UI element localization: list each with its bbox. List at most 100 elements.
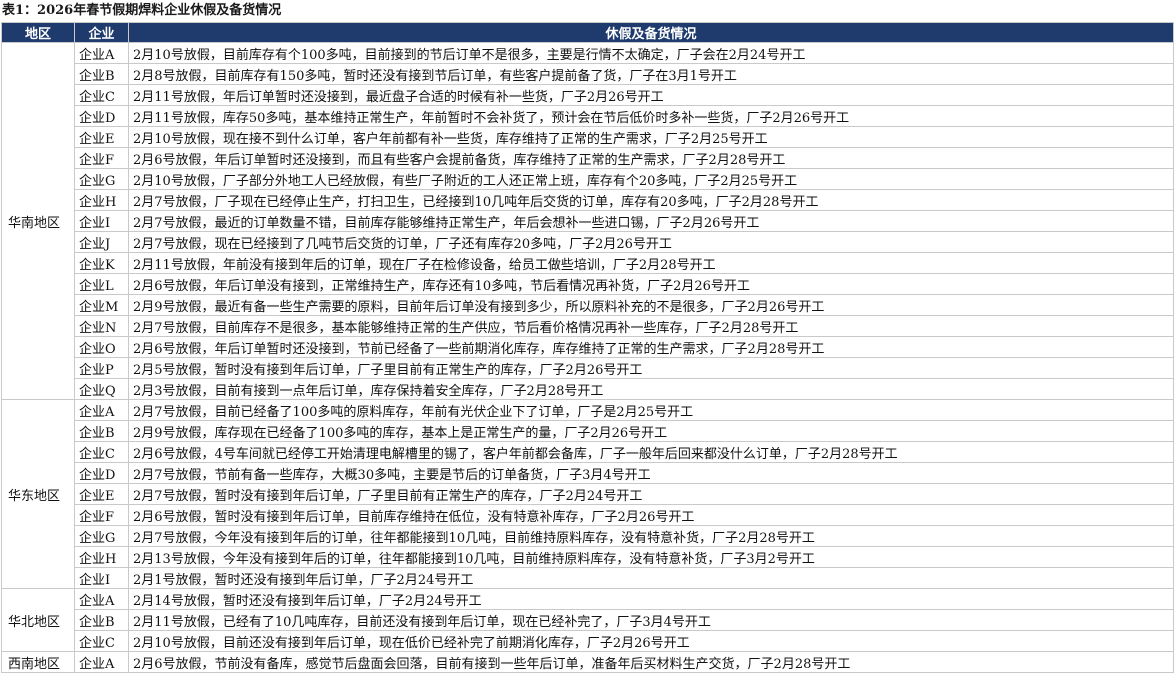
notes-cell: 2月7号放假，今年没有接到年后的订单，往年都能接到10几吨，目前维持原料库存，没… bbox=[128, 525, 1174, 547]
table-row: 企业C 2月6号放假，4号车间就已经停工开始清理电解槽里的锡了，客户年前都会备库，… bbox=[2, 441, 1174, 463]
holiday-inventory-table: 地区 企业 休假及备货情况 华南地区 企业A 2月10号放假，目前库存有个100多吨… bbox=[1, 22, 1174, 673]
table-row: 企业I 2月7号放假，最近的订单数量不错，目前库存能够维持正常生产，年后会想补一些… bbox=[2, 210, 1174, 232]
company-cell: 企业F bbox=[74, 147, 129, 169]
notes-cell: 2月6号放假，年后订单没有接到，正常维持生产，库存还有10多吨，节后看情况再补货… bbox=[128, 273, 1174, 295]
notes-cell: 2月11号放假，年前没有接到年后的订单，现在厂子在检修设备，给员工做些培训，厂子… bbox=[128, 252, 1174, 274]
table-row: 企业L 2月6号放假，年后订单没有接到，正常维持生产，库存还有10多吨，节后看情况… bbox=[2, 273, 1174, 295]
table-row: 企业K 2月11号放假，年前没有接到年后的订单，现在厂子在检修设备，给员工做些培训… bbox=[2, 252, 1174, 274]
table-row: 华北地区 企业A 2月14号放假，暂时还没有接到年后订单，厂子2月24号开工 bbox=[1, 588, 1174, 652]
company-cell: 企业L bbox=[74, 273, 129, 295]
notes-cell: 2月10号放假，目前库存有个100多吨，目前接到的节后订单不是很多，主要是行情不… bbox=[128, 42, 1174, 64]
company-cell: 企业G bbox=[74, 525, 129, 547]
table-row: 企业B 2月11号放假，已经有了10几吨库存，目前还没有接到年后订单，现在已经补完… bbox=[2, 609, 1174, 631]
notes-cell: 2月10号放假，现在接不到什么订单，客户年前都有补一些货，库存维持了正常的生产需… bbox=[128, 126, 1174, 148]
company-cell: 企业E bbox=[74, 126, 129, 148]
table-row: 企业H 2月7号放假，厂子现在已经停止生产，打扫卫生，已经接到10几吨年后交货的订… bbox=[2, 189, 1174, 211]
notes-cell: 2月11号放假，已经有了10几吨库存，目前还没有接到年后订单，现在已经补完了，厂… bbox=[128, 609, 1174, 631]
table-row: 企业F 2月6号放假，暂时没有接到年后订单，目前库存维持在低位，没有特意补库存，厂… bbox=[2, 504, 1174, 526]
table-title: 表1：2026年春节假期焊料企业休假及备货情况 bbox=[2, 3, 282, 18]
header-company: 企业 bbox=[74, 22, 129, 43]
table-row: 企业D 2月7号放假，节前有备一些库存，大概30多吨，主要是节后的订单备货，厂子3… bbox=[2, 462, 1174, 484]
notes-cell: 2月7号放假，最近的订单数量不错，目前库存能够维持正常生产，年后会想补一些进口锡… bbox=[128, 210, 1174, 232]
company-cell: 企业A bbox=[74, 42, 129, 64]
notes-cell: 2月6号放假，节前没有备库，感觉节后盘面会回落，目前有接到一些年后订单，准备年后… bbox=[128, 651, 1174, 673]
region-cell: 华南地区 bbox=[1, 42, 75, 400]
region-cell: 华北地区 bbox=[1, 588, 75, 652]
company-cell: 企业I bbox=[74, 210, 129, 232]
notes-cell: 2月11号放假，年后订单暂时还没接到，最近盘子合适的时候有补一些货，厂子2月26… bbox=[128, 84, 1174, 106]
notes-cell: 2月7号放假，现在已经接到了几吨节后交货的订单，厂子还有库存20多吨，厂子2月2… bbox=[128, 231, 1174, 253]
table-row: 企业J 2月7号放假，现在已经接到了几吨节后交货的订单，厂子还有库存20多吨，厂子… bbox=[2, 231, 1174, 253]
notes-cell: 2月6号放假，暂时没有接到年后订单，目前库存维持在低位，没有特意补库存，厂子2月… bbox=[128, 504, 1174, 526]
notes-cell: 2月7号放假，节前有备一些库存，大概30多吨，主要是节后的订单备货，厂子3月4号… bbox=[128, 462, 1174, 484]
header-row: 地区 企业 休假及备货情况 bbox=[1, 22, 1174, 43]
notes-cell: 2月11号放假，库存50多吨，基本维持正常生产，年前暂时不会补货了，预计会在节后… bbox=[128, 105, 1174, 127]
notes-cell: 2月7号放假，厂子现在已经停止生产，打扫卫生，已经接到10几吨年后交货的订单，库… bbox=[128, 189, 1174, 211]
notes-cell: 2月7号放假，目前已经备了100多吨的原料库存，年前有光伏企业下了订单，厂子是2… bbox=[128, 399, 1174, 421]
company-cell: 企业P bbox=[74, 357, 129, 379]
company-cell: 企业Q bbox=[74, 378, 129, 400]
table-row: 企业D 2月11号放假，库存50多吨，基本维持正常生产，年前暂时不会补货了，预计会… bbox=[2, 105, 1174, 127]
company-cell: 企业C bbox=[74, 630, 129, 652]
company-cell: 企业K bbox=[74, 252, 129, 274]
table-row: 企业O 2月6号放假，年后订单暂时还没接到，节前已经备了一些前期消化库存，库存维持… bbox=[2, 336, 1174, 358]
company-cell: 企业O bbox=[74, 336, 129, 358]
notes-cell: 2月9号放假，库存现在已经备了100多吨的库存，基本上是正常生产的量，厂子2月2… bbox=[128, 420, 1174, 442]
table-row: 企业E 2月10号放假，现在接不到什么订单，客户年前都有补一些货，库存维持了正常的… bbox=[2, 126, 1174, 148]
company-cell: 企业E bbox=[74, 483, 129, 505]
company-cell: 企业B bbox=[74, 609, 129, 631]
table-row: 企业C 2月10号放假，目前还没有接到年后订单，现在低价已经补完了前期消化库存，厂… bbox=[2, 630, 1174, 652]
notes-cell: 2月10号放假，目前还没有接到年后订单，现在低价已经补完了前期消化库存，厂子2月… bbox=[128, 630, 1174, 652]
table-row: 企业Q 2月3号放假，目前有接到一点年后订单，库存保持着安全库存，厂子2月28号开… bbox=[2, 378, 1174, 400]
table-row: 企业G 2月10号放假，厂子部分外地工人已经放假，有些厂子附近的工人还正常上班，库… bbox=[2, 168, 1174, 190]
company-cell: 企业A bbox=[74, 651, 129, 673]
notes-cell: 2月13号放假，今年没有接到年后的订单，往年都能接到10几吨，目前维持原料库存，… bbox=[128, 546, 1174, 568]
company-cell: 企业J bbox=[74, 231, 129, 253]
header-notes: 休假及备货情况 bbox=[128, 22, 1174, 43]
company-cell: 企业B bbox=[74, 63, 129, 85]
notes-cell: 2月6号放假，4号车间就已经停工开始清理电解槽里的锡了，客户年前都会备库，厂子一… bbox=[128, 441, 1174, 463]
company-cell: 企业H bbox=[74, 189, 129, 211]
table-row: 华南地区 企业A 2月10号放假，目前库存有个100多吨，目前接到的节后订单不是很多… bbox=[1, 42, 1174, 400]
table-row: 华东地区 企业A 2月7号放假，目前已经备了100多吨的原料库存，年前有光伏企业下了… bbox=[1, 399, 1174, 589]
company-cell: 企业B bbox=[74, 420, 129, 442]
region-cell: 华东地区 bbox=[1, 399, 75, 589]
notes-cell: 2月7号放假，暂时没有接到年后订单，厂子里目前有正常生产的库存，厂子2月24号开… bbox=[128, 483, 1174, 505]
company-cell: 企业C bbox=[74, 84, 129, 106]
company-cell: 企业F bbox=[74, 504, 129, 526]
region-cell: 西南地区 bbox=[1, 651, 75, 673]
notes-cell: 2月7号放假，目前库存不是很多，基本能够维持正常的生产供应，节后看价格情况再补一… bbox=[128, 315, 1174, 337]
company-cell: 企业N bbox=[74, 315, 129, 337]
table-row: 企业G 2月7号放假，今年没有接到年后的订单，往年都能接到10几吨，目前维持原料库… bbox=[2, 525, 1174, 547]
company-cell: 企业D bbox=[74, 105, 129, 127]
company-cell: 企业A bbox=[74, 588, 129, 610]
company-cell: 企业A bbox=[74, 399, 129, 421]
header-region: 地区 bbox=[1, 22, 75, 43]
notes-cell: 2月6号放假，年后订单暂时还没接到，而且有些客户会提前备货，库存维持了正常的生产… bbox=[128, 147, 1174, 169]
table-row: 企业M 2月9号放假，最近有备一些生产需要的原料，目前年后订单没有接到多少，所以原… bbox=[2, 294, 1174, 316]
table-body: 华南地区 企业A 2月10号放假，目前库存有个100多吨，目前接到的节后订单不是很多… bbox=[1, 42, 1174, 673]
notes-cell: 2月1号放假，暂时还没有接到年后订单，厂子2月24号开工 bbox=[128, 567, 1174, 589]
notes-cell: 2月3号放假，目前有接到一点年后订单，库存保持着安全库存，厂子2月28号开工 bbox=[128, 378, 1174, 400]
company-cell: 企业C bbox=[74, 441, 129, 463]
notes-cell: 2月8号放假，目前库存有150多吨，暂时还没有接到节后订单，有些客户提前备了货，… bbox=[128, 63, 1174, 85]
table-row: 企业B 2月9号放假，库存现在已经备了100多吨的库存，基本上是正常生产的量，厂子… bbox=[2, 420, 1174, 442]
table-row: 企业F 2月6号放假，年后订单暂时还没接到，而且有些客户会提前备货，库存维持了正常… bbox=[2, 147, 1174, 169]
table-row: 西南地区 企业A 2月6号放假，节前没有备库，感觉节后盘面会回落，目前有接到一些年后… bbox=[1, 651, 1174, 673]
notes-cell: 2月10号放假，厂子部分外地工人已经放假，有些厂子附近的工人还正常上班，库存有个… bbox=[128, 168, 1174, 190]
notes-cell: 2月6号放假，年后订单暂时还没接到，节前已经备了一些前期消化库存，库存维持了正常… bbox=[128, 336, 1174, 358]
notes-cell: 2月9号放假，最近有备一些生产需要的原料，目前年后订单没有接到多少，所以原料补充… bbox=[128, 294, 1174, 316]
notes-cell: 2月14号放假，暂时还没有接到年后订单，厂子2月24号开工 bbox=[128, 588, 1174, 610]
company-cell: 企业M bbox=[74, 294, 129, 316]
table-row: 企业H 2月13号放假，今年没有接到年后的订单，往年都能接到10几吨，目前维持原料… bbox=[2, 546, 1174, 568]
company-cell: 企业G bbox=[74, 168, 129, 190]
table-row: 企业E 2月7号放假，暂时没有接到年后订单，厂子里目前有正常生产的库存，厂子2月2… bbox=[2, 483, 1174, 505]
company-cell: 企业I bbox=[74, 567, 129, 589]
table-row: 企业B 2月8号放假，目前库存有150多吨，暂时还没有接到节后订单，有些客户提前备… bbox=[2, 63, 1174, 85]
table-row: 企业C 2月11号放假，年后订单暂时还没接到，最近盘子合适的时候有补一些货，厂子2… bbox=[2, 84, 1174, 106]
table-row: 企业P 2月5号放假，暂时没有接到年后订单，厂子里目前有正常生产的库存，厂子2月2… bbox=[2, 357, 1174, 379]
table-row: 企业I 2月1号放假，暂时还没有接到年后订单，厂子2月24号开工 bbox=[2, 567, 1174, 589]
company-cell: 企业H bbox=[74, 546, 129, 568]
table-row: 企业N 2月7号放假，目前库存不是很多，基本能够维持正常的生产供应，节后看价格情况… bbox=[2, 315, 1174, 337]
company-cell: 企业D bbox=[74, 462, 129, 484]
